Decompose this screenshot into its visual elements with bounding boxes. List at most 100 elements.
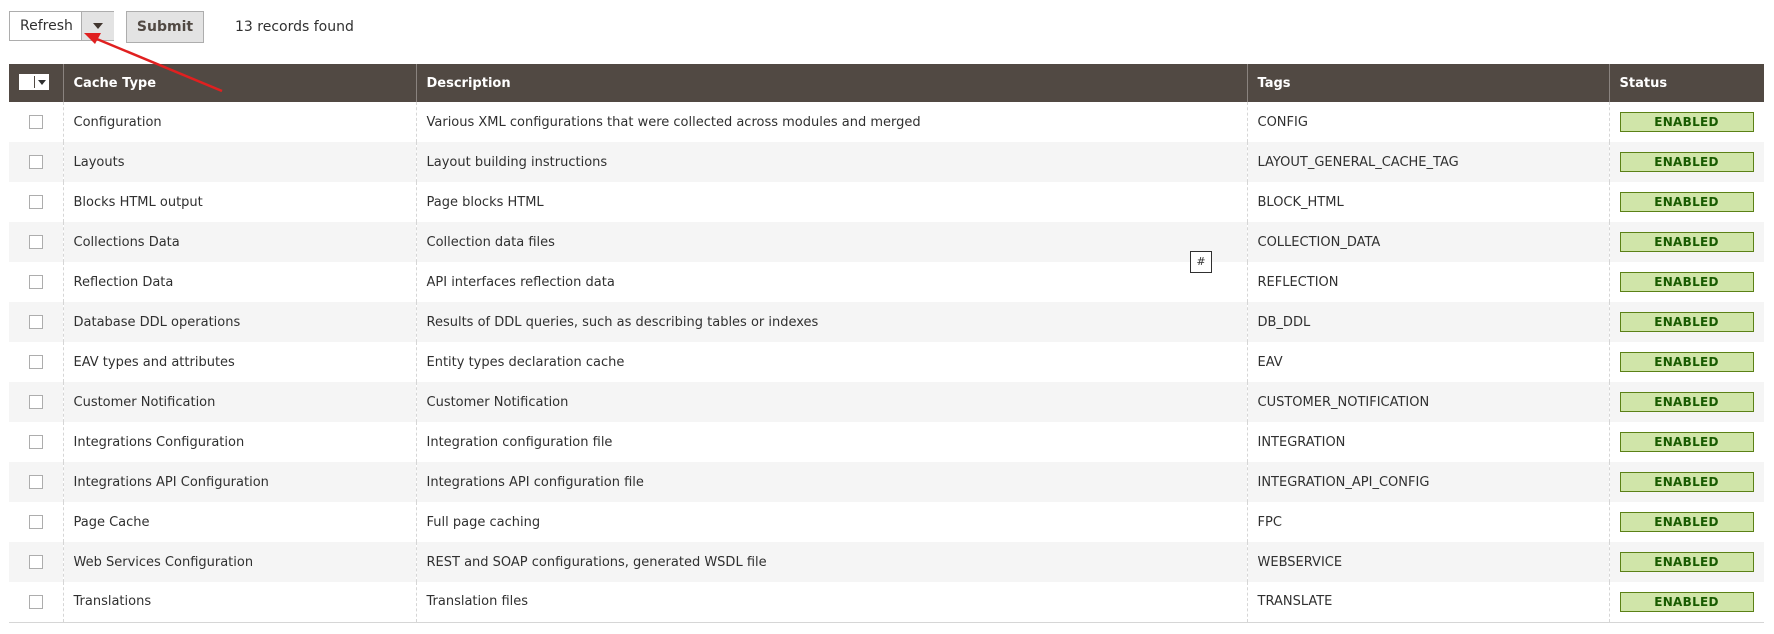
status-cell: ENABLED — [1609, 462, 1764, 502]
hash-tooltip: # — [1190, 251, 1212, 273]
description-cell: API interfaces reflection data — [416, 262, 1248, 302]
status-badge: ENABLED — [1619, 512, 1754, 532]
cache-type-cell: Configuration — [63, 102, 417, 142]
tags-cell: COLLECTION_DATA — [1247, 222, 1610, 262]
description-cell: Entity types declaration cache — [416, 342, 1248, 382]
cache-type-cell: Reflection Data — [63, 262, 417, 302]
status-cell: ENABLED — [1609, 262, 1764, 302]
status-cell: ENABLED — [1609, 302, 1764, 342]
tags-cell: DB_DDL — [1247, 302, 1610, 342]
table-row[interactable]: Page Cache Full page caching FPC ENABLED — [9, 502, 1764, 542]
row-checkbox[interactable] — [28, 435, 43, 449]
mass-action-select[interactable]: Refresh — [9, 11, 114, 41]
status-cell: ENABLED — [1609, 342, 1764, 382]
tags-cell: WEBSERVICE — [1247, 542, 1610, 582]
status-cell: ENABLED — [1609, 422, 1764, 462]
row-checkbox[interactable] — [28, 195, 43, 209]
row-checkbox[interactable] — [28, 395, 43, 409]
status-badge: ENABLED — [1619, 192, 1754, 212]
chevron-down-icon — [93, 23, 103, 29]
row-checkbox[interactable] — [28, 275, 43, 289]
table-row[interactable]: Database DDL operations Results of DDL qu… — [9, 302, 1764, 342]
description-cell: Integration configuration file — [416, 422, 1248, 462]
tags-cell: EAV — [1247, 342, 1610, 382]
tags-cell: INTEGRATION_API_CONFIG — [1247, 462, 1610, 502]
description-cell: Integrations API configuration file — [416, 462, 1248, 502]
mass-select-header[interactable] — [9, 64, 64, 102]
table-row[interactable]: Translations Translation files TRANSLATE EN… — [9, 582, 1764, 623]
checkbox-icon — [20, 76, 35, 88]
description-cell: REST and SOAP configurations, generated … — [416, 542, 1248, 582]
row-select-cell — [9, 262, 64, 302]
status-badge: ENABLED — [1619, 352, 1754, 372]
row-select-cell — [9, 502, 64, 542]
cache-grid: Cache Type Description Tags Status Confi… — [9, 64, 1764, 623]
grid-header-row: Cache Type Description Tags Status — [9, 64, 1764, 102]
description-cell: Layout building instructions — [416, 142, 1248, 182]
row-checkbox[interactable] — [28, 115, 43, 129]
table-row[interactable]: Collections Data Collection data files COL… — [9, 222, 1764, 262]
row-checkbox[interactable] — [28, 355, 43, 369]
column-header-description[interactable]: Description — [416, 64, 1248, 102]
column-header-cache-type[interactable]: Cache Type — [63, 64, 417, 102]
row-checkbox[interactable] — [28, 155, 43, 169]
table-row[interactable]: Integrations Configuration Integration co… — [9, 422, 1764, 462]
status-cell: ENABLED — [1609, 502, 1764, 542]
status-cell: ENABLED — [1609, 222, 1764, 262]
row-select-cell — [9, 382, 64, 422]
status-badge: ENABLED — [1619, 152, 1754, 172]
status-badge: ENABLED — [1619, 232, 1754, 252]
tags-cell: TRANSLATE — [1247, 582, 1610, 623]
row-select-cell — [9, 102, 64, 142]
row-checkbox[interactable] — [28, 594, 43, 609]
column-header-status[interactable]: Status — [1609, 64, 1764, 102]
row-checkbox[interactable] — [28, 515, 43, 529]
row-select-cell — [9, 422, 64, 462]
status-cell: ENABLED — [1609, 542, 1764, 582]
mass-action-value: Refresh — [20, 18, 73, 34]
status-badge: ENABLED — [1619, 312, 1754, 332]
status-badge: ENABLED — [1619, 432, 1754, 452]
description-cell: Collection data files — [416, 222, 1248, 262]
table-row[interactable]: Configuration Various XML configurations … — [9, 102, 1764, 142]
row-checkbox[interactable] — [28, 475, 43, 489]
table-row[interactable]: Web Services Configuration REST and SOAP … — [9, 542, 1764, 582]
tags-cell: BLOCK_HTML — [1247, 182, 1610, 222]
cache-type-cell: Database DDL operations — [63, 302, 417, 342]
table-row[interactable]: Blocks HTML output Page blocks HTML BLOCK_… — [9, 182, 1764, 222]
cache-type-cell: Integrations Configuration — [63, 422, 417, 462]
table-row[interactable]: Layouts Layout building instructions LAYOU… — [9, 142, 1764, 182]
cache-type-cell: Blocks HTML output — [63, 182, 417, 222]
tags-cell: INTEGRATION — [1247, 422, 1610, 462]
cache-type-cell: Customer Notification — [63, 382, 417, 422]
status-badge: ENABLED — [1619, 272, 1754, 292]
status-badge: ENABLED — [1619, 552, 1754, 572]
cache-type-cell: Page Cache — [63, 502, 417, 542]
row-select-cell — [9, 582, 64, 623]
cache-type-cell: Web Services Configuration — [63, 542, 417, 582]
table-row[interactable]: Integrations API Configuration Integratio… — [9, 462, 1764, 502]
row-select-cell — [9, 182, 64, 222]
mass-action-dropdown-toggle[interactable] — [81, 12, 114, 40]
cache-type-cell: Integrations API Configuration — [63, 462, 417, 502]
column-header-tags[interactable]: Tags — [1247, 64, 1610, 102]
table-row[interactable]: Reflection Data API interfaces reflection… — [9, 262, 1764, 302]
status-badge: ENABLED — [1619, 591, 1754, 612]
status-cell: ENABLED — [1609, 142, 1764, 182]
row-checkbox[interactable] — [28, 315, 43, 329]
row-checkbox[interactable] — [28, 555, 43, 569]
chevron-down-icon[interactable] — [35, 76, 48, 88]
table-row[interactable]: EAV types and attributes Entity types dec… — [9, 342, 1764, 382]
status-badge: ENABLED — [1619, 472, 1754, 492]
cache-type-cell: Translations — [63, 582, 417, 623]
row-select-cell — [9, 342, 64, 382]
row-select-cell — [9, 302, 64, 342]
table-row[interactable]: Customer Notification Customer Notificati… — [9, 382, 1764, 422]
row-checkbox[interactable] — [28, 235, 43, 249]
tags-cell: REFLECTION — [1247, 262, 1610, 302]
tags-cell: FPC — [1247, 502, 1610, 542]
submit-button[interactable]: Submit — [126, 11, 204, 43]
mass-select-checkbox[interactable] — [19, 74, 49, 90]
records-count: 13 records found — [235, 19, 354, 35]
description-cell: Results of DDL queries, such as describi… — [416, 302, 1248, 342]
